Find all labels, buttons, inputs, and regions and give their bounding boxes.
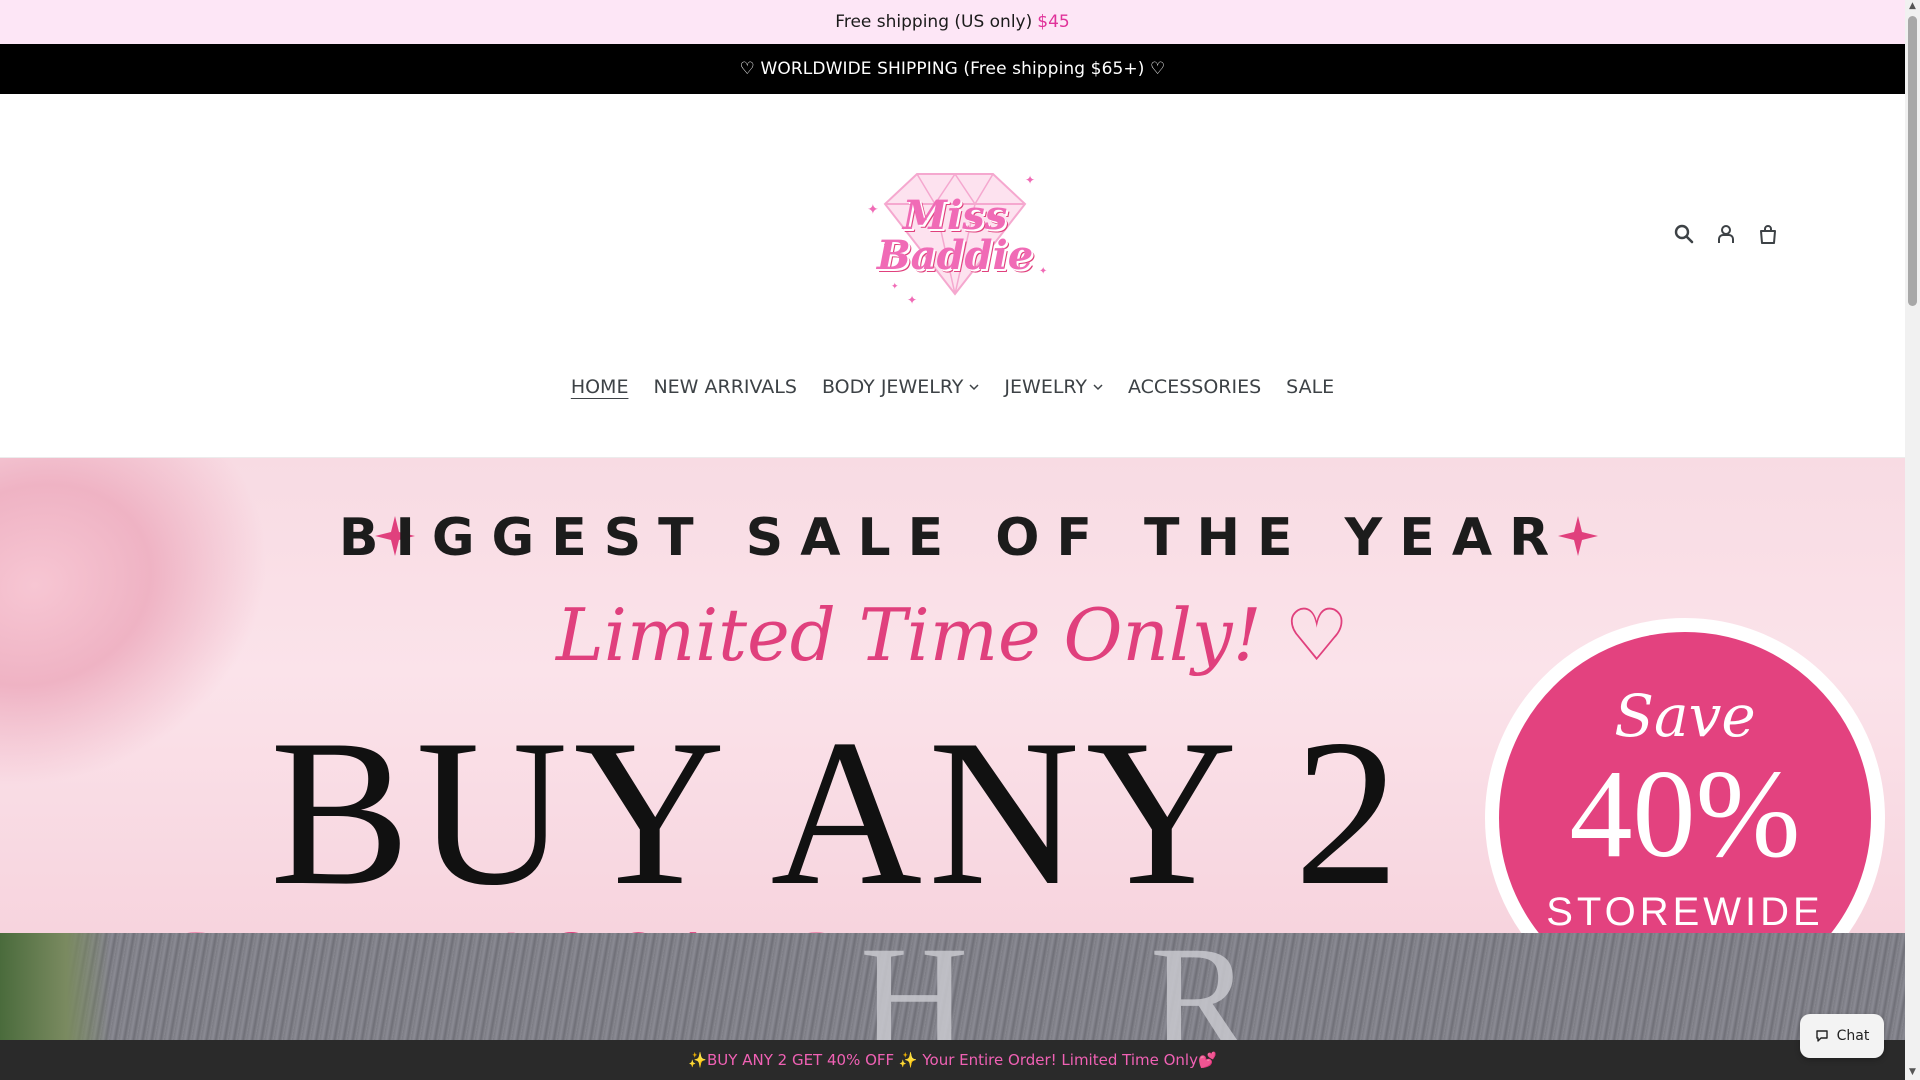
page-scrollbar[interactable]: ▲ ▼ [1905, 0, 1920, 1080]
nav-item-label: BODY JEWELRY [821, 376, 964, 398]
hero-banner[interactable]: BIGGEST SALE OF THE YEAR Limited Time On… [0, 457, 1905, 933]
circle-storewide: STOREWIDE [1546, 890, 1824, 933]
search-icon[interactable] [1672, 222, 1696, 246]
chat-bubble-icon [1815, 1030, 1828, 1042]
site-header: ✦ ✦ ✦ ✦ ✦ Miss Baddie HOME NEW ARRIVALS … [0, 94, 1905, 458]
logo-line-2: Baddie [876, 232, 1034, 279]
cart-icon[interactable] [1756, 222, 1780, 246]
svg-text:✦: ✦ [907, 293, 917, 307]
site-logo[interactable]: ✦ ✦ ✦ ✦ ✦ Miss Baddie [855, 154, 1055, 314]
main-navigation: HOME NEW ARRIVALS BODY JEWELRY JEWELRY A… [0, 376, 1905, 402]
nav-item-sale[interactable]: SALE [1286, 376, 1334, 402]
hero-headline: BIGGEST SALE OF THE YEAR [338, 508, 1567, 568]
rhinestone-letter: R [1150, 933, 1251, 1040]
scroll-up-icon[interactable]: ▲ [1908, 2, 1917, 11]
svg-text:✦: ✦ [1025, 173, 1035, 187]
chat-label: Chat [1836, 1028, 1870, 1044]
nav-item-label: ACCESSORIES [1128, 376, 1262, 398]
nav-item-home[interactable]: HOME [571, 376, 629, 402]
logo-line-1: Miss [902, 192, 1008, 239]
chat-button[interactable]: Chat [1800, 1014, 1884, 1058]
nav-item-label: JEWELRY [1004, 376, 1087, 398]
chevron-down-icon [969, 384, 979, 391]
nav-item-body-jewelry[interactable]: BODY JEWELRY [822, 376, 979, 402]
nav-item-new-arrivals[interactable]: NEW ARRIVALS [653, 376, 796, 402]
header-icons [1672, 222, 1780, 246]
hero-offer-continued: GET 40% OFF [150, 912, 1035, 934]
circle-save-text: Save [1614, 682, 1756, 750]
rhinestone-letter: H [860, 933, 969, 1040]
circle-percent: 40% [1569, 745, 1801, 884]
announcement-price: $45 [1037, 12, 1070, 32]
photo-foliage [0, 933, 110, 1040]
nav-item-label: SALE [1286, 376, 1335, 398]
announcement-bar: Free shipping (US only) $45 [0, 0, 1905, 44]
nav-item-jewelry[interactable]: JEWELRY [1004, 376, 1103, 402]
account-icon[interactable] [1714, 222, 1738, 246]
announcement-text: Free shipping (US only) [835, 12, 1033, 32]
chevron-down-icon [1093, 384, 1103, 391]
scroll-down-icon[interactable]: ▼ [1908, 1068, 1917, 1077]
bottom-promo-text: ✨BUY ANY 2 GET 40% OFF ✨ Your Entire Ord… [688, 1051, 1217, 1069]
nav-item-accessories[interactable]: ACCESSORIES [1128, 376, 1261, 402]
product-photo: H R [0, 933, 1905, 1040]
bottom-promo-bar: ✨BUY ANY 2 GET 40% OFF ✨ Your Entire Ord… [0, 1040, 1905, 1080]
svg-text:✦: ✦ [891, 282, 899, 292]
hero-offer: BUY ANY 2 [270, 697, 1406, 929]
nav-item-label: HOME [570, 376, 629, 398]
shipping-banner: ♡ WORLDWIDE SHIPPING (Free shipping $65+… [0, 44, 1905, 94]
scrollbar-thumb[interactable] [1908, 16, 1917, 306]
nav-item-label: NEW ARRIVALS [653, 376, 797, 398]
shipping-banner-text: ♡ WORLDWIDE SHIPPING (Free shipping $65+… [739, 59, 1166, 79]
